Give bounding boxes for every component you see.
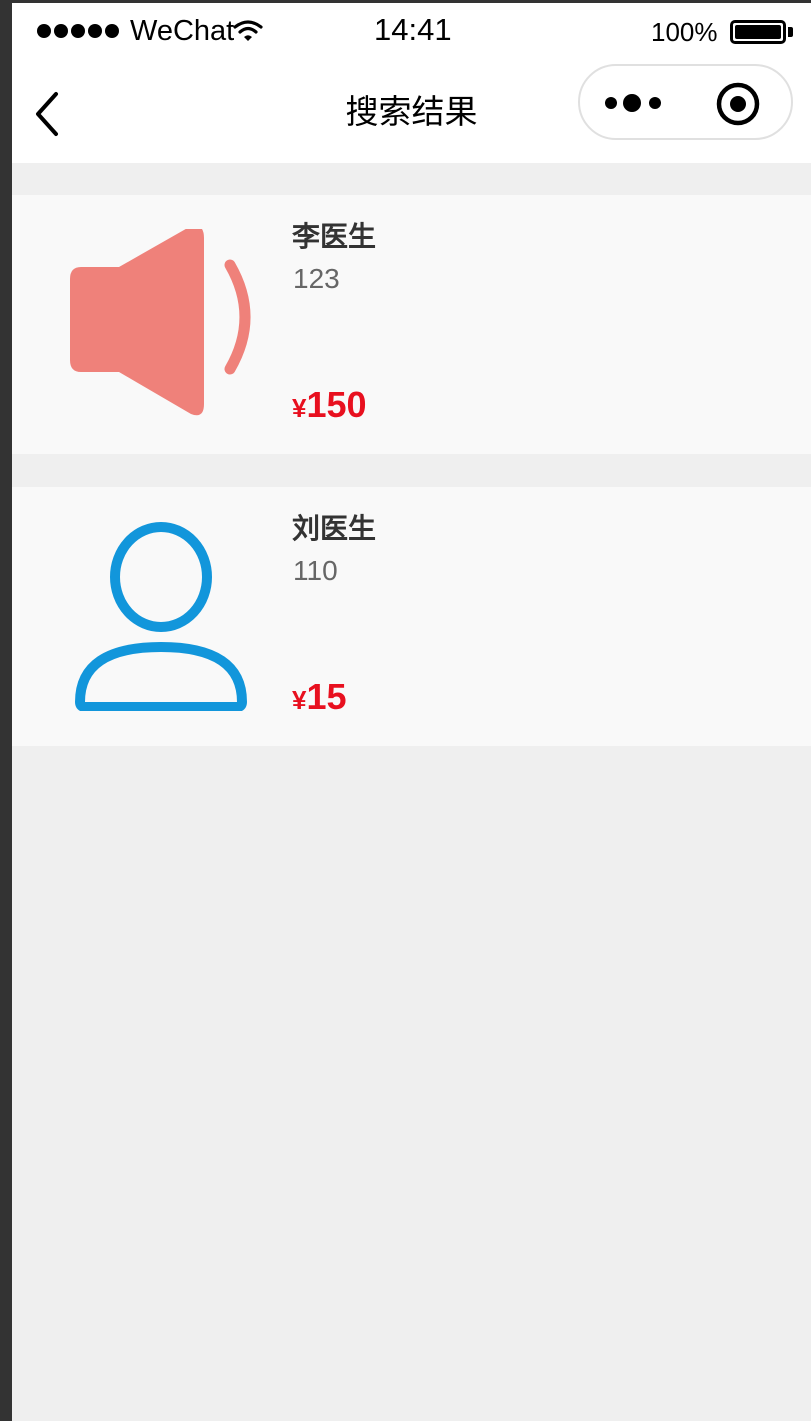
price: ¥15 (292, 676, 347, 726)
signal-strength-icon (37, 24, 119, 38)
user-icon (75, 522, 247, 711)
doctor-name: 刘医生 (292, 512, 377, 545)
close-target-icon[interactable] (714, 80, 762, 128)
price-amount: 150 (306, 384, 367, 425)
miniprogram-capsule (578, 64, 793, 140)
navigation-bar: 搜索结果 (12, 58, 811, 163)
more-dots-icon[interactable] (602, 86, 672, 120)
result-item[interactable]: 李医生 123 ¥150 (12, 195, 811, 454)
status-time: 14:41 (374, 12, 452, 47)
price-amount: 15 (306, 676, 347, 717)
doctor-subtitle: 110 (293, 555, 338, 586)
doctor-subtitle: 123 (293, 263, 340, 294)
price: ¥150 (292, 384, 367, 434)
phone-screen: WeChat 14:41 100% 搜索结果 李医生 123 ¥150 刘医生 … (12, 3, 811, 1421)
speaker-icon (70, 229, 251, 416)
battery-tip (788, 27, 793, 37)
wifi-icon (233, 20, 263, 41)
battery-icon (730, 20, 786, 44)
carrier-name: WeChat (130, 15, 235, 47)
battery-percentage: 100% (651, 17, 718, 47)
currency-symbol: ¥ (292, 685, 307, 715)
currency-symbol: ¥ (292, 393, 307, 423)
doctor-name: 李医生 (292, 220, 377, 253)
status-bar: WeChat 14:41 100% (12, 3, 811, 58)
result-item[interactable]: 刘医生 110 ¥15 (12, 487, 811, 746)
